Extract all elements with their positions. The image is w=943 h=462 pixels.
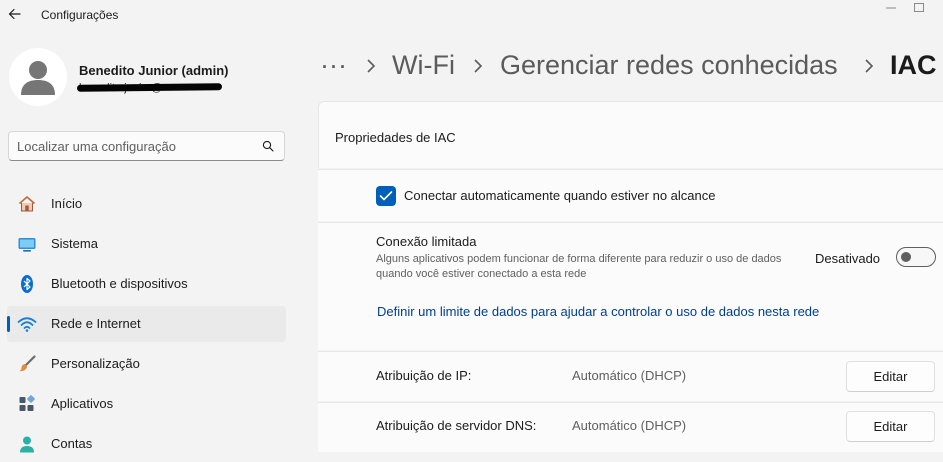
back-button[interactable]	[4, 3, 26, 25]
person-icon	[20, 436, 34, 453]
sidebar-item-label: Bluetooth e dispositivos	[51, 276, 188, 291]
sidebar-item-inicio[interactable]: Início	[7, 186, 286, 222]
app-title: Configurações	[41, 8, 119, 22]
home-icon	[18, 196, 36, 212]
wifi-icon	[17, 317, 37, 332]
chevron-right-icon	[474, 59, 483, 73]
auto-connect-checkbox[interactable]	[376, 186, 396, 206]
user-name: Benedito Junior (admin)	[79, 63, 229, 78]
edit-dns-button[interactable]: Editar	[846, 411, 935, 442]
search-icon[interactable]	[262, 140, 274, 152]
chevron-right-icon	[367, 59, 376, 73]
avatar[interactable]	[9, 48, 67, 106]
sidebar-item-label: Início	[51, 196, 83, 211]
apps-icon	[19, 395, 35, 411]
sidebar-item-label: Sistema	[51, 236, 98, 251]
search-input[interactable]	[17, 137, 247, 155]
metered-toggle-state: Desativado	[815, 251, 881, 266]
breadcrumb-overflow-button[interactable]: ···	[320, 46, 347, 84]
bluetooth-icon	[21, 275, 33, 293]
dns-assignment-value: Automático (DHCP)	[572, 418, 687, 433]
maximize-icon	[914, 3, 924, 12]
sidebar-item-personalizacao[interactable]: Personalização	[7, 346, 286, 382]
auto-connect-label: Conectar automaticamente quando estiver …	[404, 188, 716, 203]
maximize-button[interactable]	[913, 0, 929, 12]
sidebar-item-aplicativos[interactable]: Aplicativos	[7, 386, 286, 422]
system-icon	[18, 238, 36, 252]
metered-connection-title: Conexão limitada	[376, 234, 477, 249]
chevron-right-icon	[865, 59, 874, 73]
email-redaction-mark	[76, 83, 223, 92]
search-box[interactable]	[8, 131, 285, 161]
data-limit-link[interactable]: Definir um limite de dados para ajudar a…	[377, 304, 819, 319]
properties-title: Propriedades de IAC	[335, 130, 456, 145]
sidebar-item-rede-internet[interactable]: Rede e Internet	[7, 306, 286, 342]
metered-connection-toggle[interactable]	[896, 247, 936, 267]
ip-assignment-value: Automático (DHCP)	[572, 368, 687, 383]
sidebar-item-label: Aplicativos	[51, 396, 114, 411]
sidebar-item-contas[interactable]: Contas	[7, 426, 286, 462]
ip-assignment-label: Atribuição de IP:	[376, 368, 472, 383]
sidebar-item-label: Personalização	[51, 356, 140, 371]
breadcrumb-item-known-networks[interactable]: Gerenciar redes conhecidas	[500, 46, 838, 84]
sidebar-item-sistema[interactable]: Sistema	[7, 226, 286, 262]
breadcrumb-item-wifi[interactable]: Wi-Fi	[392, 46, 455, 84]
toggle-knob	[901, 252, 911, 262]
properties-header-card: Propriedades de IAC	[318, 101, 943, 168]
brush-icon	[19, 355, 36, 372]
edit-ip-button[interactable]: Editar	[846, 361, 935, 392]
dns-assignment-label: Atribuição de servidor DNS:	[376, 418, 537, 433]
sidebar-item-label: Rede e Internet	[51, 316, 141, 331]
person-avatar-icon	[21, 61, 55, 95]
title-bar: Configurações	[0, 0, 943, 30]
metered-connection-description: Alguns aplicativos podem funcionar de fo…	[376, 253, 782, 280]
minimize-button[interactable]	[884, 0, 900, 10]
checkmark-icon	[379, 191, 393, 201]
arrow-left-icon	[8, 8, 21, 20]
active-indicator	[7, 316, 10, 332]
sidebar-item-bluetooth[interactable]: Bluetooth e dispositivos	[7, 266, 286, 302]
minimize-icon	[886, 7, 896, 9]
page-title: IAC	[890, 50, 937, 80]
